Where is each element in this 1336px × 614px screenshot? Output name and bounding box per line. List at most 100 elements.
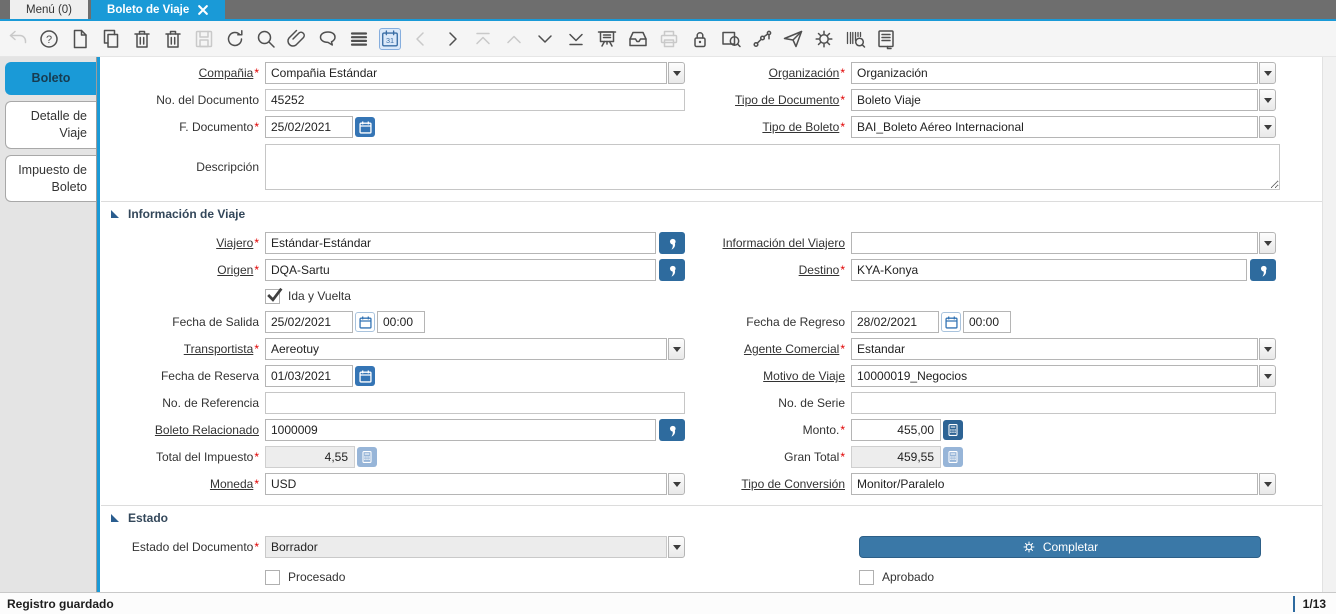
no-documento-input[interactable] [265,89,685,111]
tipo-boleto-dropdown-button[interactable] [1259,116,1276,138]
find-icon[interactable] [255,28,277,50]
tipo-boleto-input[interactable] [851,116,1258,138]
tab-boleto-de-viaje[interactable]: Boleto de Viaje [91,0,226,19]
section-estado[interactable]: Estado [101,505,1336,525]
estado-documento-dropdown-button[interactable] [668,536,685,558]
destino-input[interactable] [851,259,1247,281]
label-tipo-boleto[interactable]: Tipo de Boleto [685,120,851,134]
label-organizacion[interactable]: Organización [685,66,851,80]
report-window-icon[interactable] [875,28,897,50]
label-agente-comercial[interactable]: Agente Comercial [685,342,851,356]
label-motivo-viaje[interactable]: Motivo de Viaje [685,369,851,383]
delete-selection-icon[interactable] [162,28,184,50]
refresh-icon[interactable] [224,28,246,50]
transportista-dropdown-button[interactable] [668,338,685,360]
f-documento-calendar-button[interactable] [355,117,375,137]
archive-icon[interactable] [627,28,649,50]
label-origen[interactable]: Origen [101,263,265,277]
send-icon[interactable] [782,28,804,50]
viajero-lookup-button[interactable] [659,232,685,254]
tipo-conversion-dropdown-button[interactable] [1259,473,1276,495]
sidebar-tab-impuesto-de-boleto[interactable]: Impuesto de Boleto [5,154,96,203]
aprobado-checkbox[interactable] [859,569,874,585]
organizacion-input[interactable] [851,62,1258,84]
lock-icon[interactable] [689,28,711,50]
no-referencia-input[interactable] [265,392,685,414]
procesado-checkbox[interactable] [265,569,280,585]
boleto-relacionado-lookup-button[interactable] [659,419,685,441]
delete-record-icon[interactable] [131,28,153,50]
label-compania[interactable]: Compañia [101,66,265,80]
moneda-input[interactable] [265,473,667,495]
agente-comercial-input[interactable] [851,338,1258,360]
sidebar-tab-detalle-de-viaje[interactable]: Detalle de Viaje [5,100,96,149]
sidebar-tab-boleto[interactable]: Boleto [5,62,96,95]
zoom-across-icon[interactable] [720,28,742,50]
estado-documento-input[interactable] [265,536,667,558]
fecha-reserva-calendar-button[interactable] [355,366,375,386]
fecha-reserva-input[interactable] [265,365,353,387]
calendar-month-icon[interactable]: 31 [379,27,401,50]
new-record-icon[interactable] [69,28,91,50]
informacion-viajero-input[interactable] [851,232,1258,254]
ida-y-vuelta-checkbox[interactable] [265,287,283,304]
compania-dropdown-button[interactable] [668,62,685,84]
transportista-input[interactable] [265,338,667,360]
chat-icon[interactable] [317,28,339,50]
origen-input[interactable] [265,259,656,281]
tipo-documento-input[interactable] [851,89,1258,111]
agente-comercial-dropdown-button[interactable] [1259,338,1276,360]
origen-lookup-button[interactable] [659,259,685,281]
help-icon[interactable]: ? [38,28,60,50]
calculator-icon [948,424,958,436]
label-informacion-del-viajero[interactable]: Información del Viajero [685,236,851,250]
motivo-viaje-dropdown-button[interactable] [1259,365,1276,387]
moneda-dropdown-button[interactable] [668,473,685,495]
label-viajero[interactable]: Viajero [101,236,265,250]
monto-calculator-button[interactable] [943,420,963,440]
sidebar: Boleto Detalle de Viaje Impuesto de Bole… [0,57,97,592]
viajero-input[interactable] [265,232,656,254]
completar-button[interactable]: Completar [859,536,1261,558]
section-informacion-de-viaje[interactable]: Información de Viaje [101,201,1336,221]
fecha-salida-calendar-button[interactable] [355,312,375,332]
fecha-salida-input[interactable] [265,311,353,333]
workflow-icon[interactable] [751,28,773,50]
tab-menu[interactable]: Menú (0) [10,0,89,19]
label-boleto-relacionado[interactable]: Boleto Relacionado [101,423,265,437]
tipo-documento-dropdown-button[interactable] [1259,89,1276,111]
label-tipo-documento[interactable]: Tipo de Documento [685,93,851,107]
compania-combobox [265,62,685,84]
lookup-icon [669,238,676,250]
next-record-icon[interactable] [441,28,463,50]
label-tipo-conversion[interactable]: Tipo de Conversión [685,477,851,491]
process-icon[interactable] [813,28,835,50]
detail-record-icon[interactable] [565,28,587,50]
copy-record-icon[interactable] [100,28,122,50]
close-tab-icon[interactable] [197,4,209,16]
fecha-salida-time-input[interactable] [377,311,425,333]
tipo-conversion-input[interactable] [851,473,1258,495]
label-destino[interactable]: Destino [685,263,851,277]
fecha-regreso-time-input[interactable] [963,311,1011,333]
motivo-viaje-input[interactable] [851,365,1258,387]
boleto-relacionado-input[interactable] [265,419,656,441]
f-documento-input[interactable] [265,116,353,138]
fecha-regreso-input[interactable] [851,311,939,333]
descripcion-textarea[interactable] [265,144,1280,190]
monto-input[interactable] [851,419,941,441]
fecha-regreso-calendar-button[interactable] [941,312,961,332]
organizacion-dropdown-button[interactable] [1259,62,1276,84]
label-transportista[interactable]: Transportista [101,342,265,356]
vertical-scrollbar[interactable] [1322,57,1336,592]
barcode-reader-icon[interactable] [844,28,866,50]
down-record-icon[interactable] [534,28,556,50]
attachment-icon[interactable] [286,28,308,50]
label-moneda[interactable]: Moneda [101,477,265,491]
grid-toggle-icon[interactable] [348,28,370,50]
informacion-viajero-dropdown-button[interactable] [1259,232,1276,254]
compania-input[interactable] [265,62,667,84]
destino-lookup-button[interactable] [1250,259,1276,281]
report-icon[interactable] [596,28,618,50]
no-serie-input[interactable] [851,392,1276,414]
